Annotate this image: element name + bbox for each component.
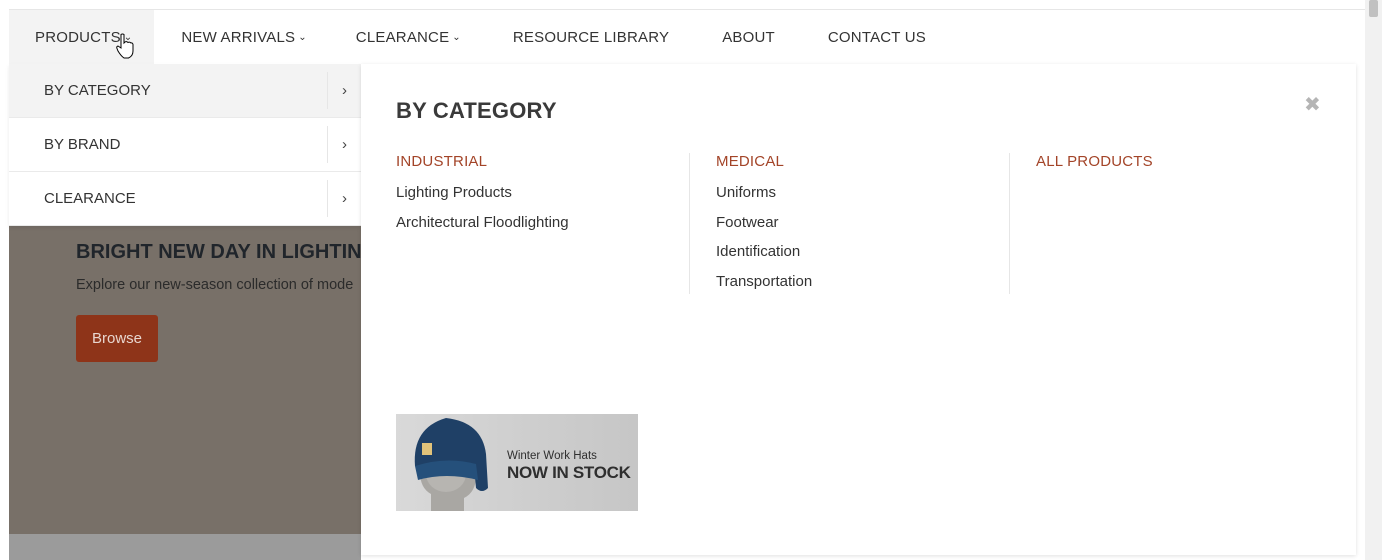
banner-title: NOW IN STOCK	[507, 463, 631, 482]
submenu-item-clearance[interactable]: CLEARANCE ›	[9, 172, 361, 226]
category-column-industrial: INDUSTRIAL Lighting Products Architectur…	[396, 153, 569, 237]
nav-item-label: NEW ARRIVALS	[181, 28, 296, 46]
category-heading[interactable]: INDUSTRIAL	[396, 153, 569, 170]
category-link[interactable]: Architectural Floodlighting	[396, 208, 569, 238]
submenu-item-by-brand[interactable]: BY BRAND ›	[9, 118, 361, 172]
banner-subtitle: Winter Work Hats	[507, 450, 597, 462]
column-divider	[689, 153, 690, 294]
column-divider	[1009, 153, 1010, 294]
promo-banner[interactable]: Winter Work Hats NOW IN STOCK	[396, 414, 638, 511]
main-nav: PRODUCTS ⌄ NEW ARRIVALS ⌄ CLEARANCE ⌄ RESOU…	[9, 10, 1365, 64]
nav-item-label: CLEARANCE	[355, 28, 450, 46]
nav-item-label: CONTACT US	[827, 28, 927, 46]
panel-title: BY CATEGORY	[396, 98, 557, 123]
beanie-mannequin-image	[414, 418, 488, 511]
nav-item-about[interactable]: ABOUT	[669, 10, 775, 64]
submenu-item-by-category[interactable]: BY CATEGORY ›	[9, 64, 361, 118]
page-scrollbar[interactable]	[1365, 0, 1382, 560]
hero-title: BRIGHT NEW DAY IN LIGHTING	[76, 241, 361, 263]
category-column-all-products: ALL PRODUCTS	[1036, 153, 1153, 178]
chevron-down-icon: ⌄	[298, 32, 307, 43]
nav-item-label: ABOUT	[722, 28, 775, 46]
nav-item-label: PRODUCTS	[35, 28, 121, 46]
mega-menu-panel: BY CATEGORY ✖ INDUSTRIAL Lighting Produc…	[361, 64, 1356, 555]
nav-item-new-arrivals[interactable]: NEW ARRIVALS ⌄	[154, 10, 306, 64]
chevron-right-icon[interactable]: ›	[327, 72, 361, 109]
close-icon[interactable]: ✖	[1304, 92, 1321, 117]
chevron-right-icon[interactable]: ›	[327, 180, 361, 217]
chevron-down-icon: ⌄	[452, 32, 461, 43]
browse-button[interactable]: Browse	[76, 315, 158, 362]
category-link[interactable]: Lighting Products	[396, 178, 569, 208]
hero-subtitle: Explore our new-season collection of mod…	[76, 277, 354, 293]
chevron-right-icon[interactable]: ›	[327, 126, 361, 163]
nav-item-contact-us[interactable]: CONTACT US	[775, 10, 926, 64]
submenu-item-label: BY CATEGORY	[44, 82, 151, 99]
page-edge	[0, 0, 9, 560]
category-heading[interactable]: ALL PRODUCTS	[1036, 153, 1153, 170]
nav-item-label: RESOURCE LIBRARY	[512, 28, 670, 46]
nav-item-resource-library[interactable]: RESOURCE LIBRARY	[461, 10, 669, 64]
category-link[interactable]: Identification	[716, 237, 812, 267]
category-link[interactable]: Transportation	[716, 267, 812, 297]
submenu-item-label: CLEARANCE	[44, 190, 136, 207]
footer-strip	[9, 534, 361, 560]
category-heading[interactable]: MEDICAL	[716, 153, 812, 170]
category-link[interactable]: Footwear	[716, 208, 812, 238]
category-link[interactable]: Uniforms	[716, 178, 812, 208]
products-submenu: BY CATEGORY › BY BRAND › CLEARANCE ›	[9, 64, 361, 226]
nav-item-clearance[interactable]: CLEARANCE ⌄	[307, 10, 461, 64]
scrollbar-thumb[interactable]	[1369, 0, 1378, 17]
submenu-item-label: BY BRAND	[44, 136, 121, 153]
hand-pointer-icon	[116, 33, 134, 59]
category-column-medical: MEDICAL Uniforms Footwear Identification…	[716, 153, 812, 297]
hero-banner: BRIGHT NEW DAY IN LIGHTING Explore our n…	[9, 225, 361, 534]
